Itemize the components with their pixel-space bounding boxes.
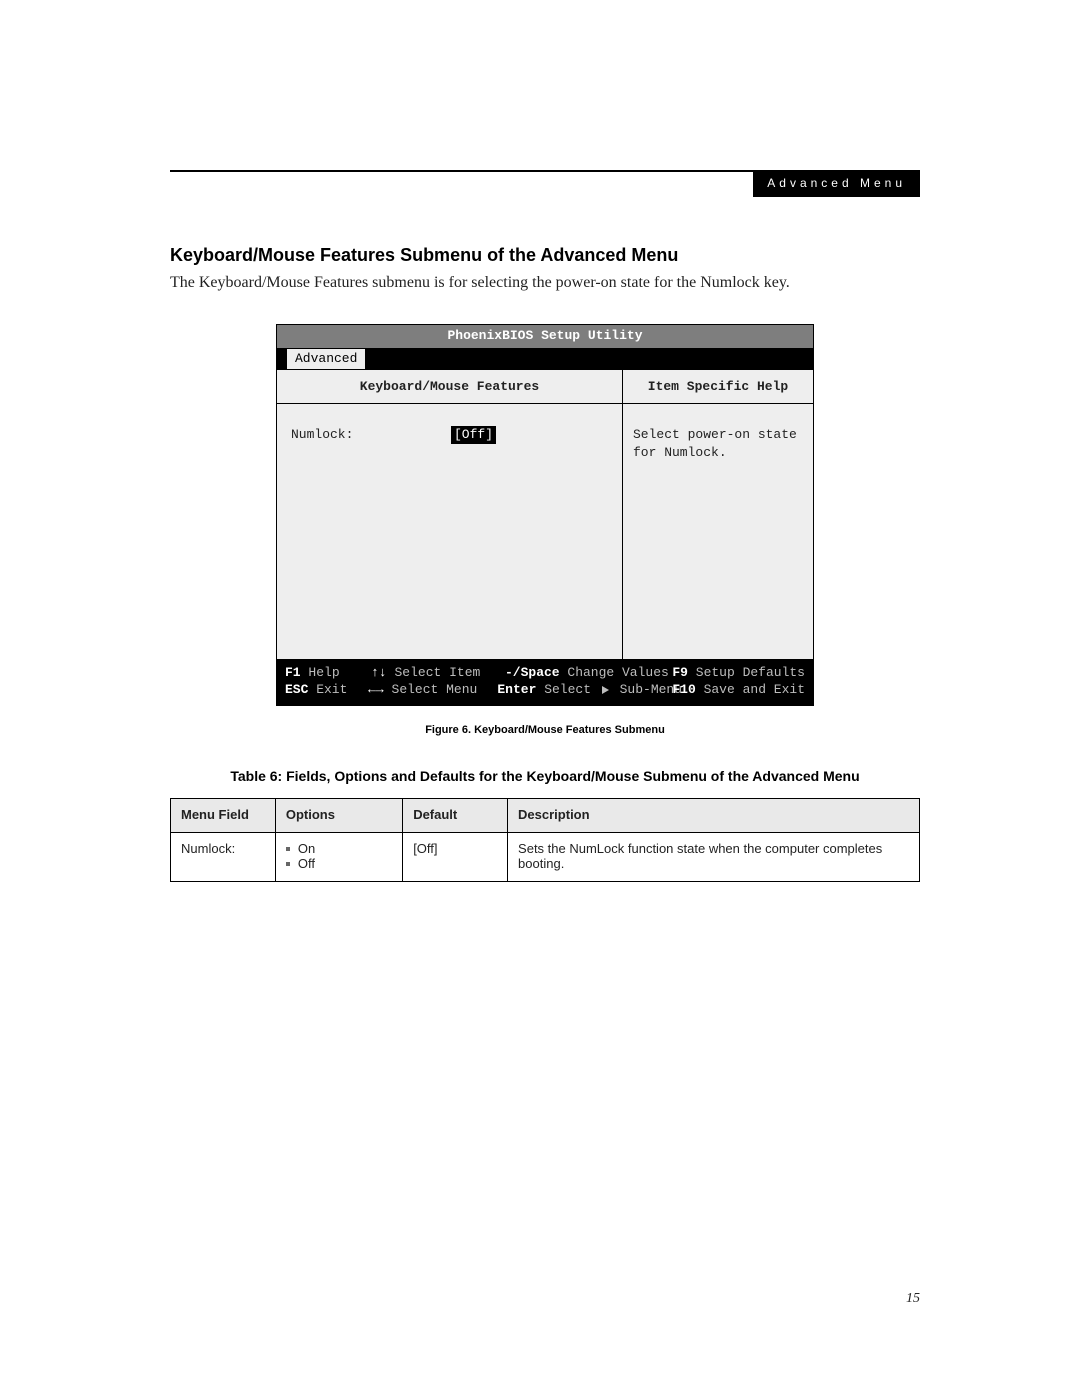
- bios-left-pane: Keyboard/Mouse Features Numlock: [Off]: [277, 370, 623, 659]
- td-options: On Off: [275, 833, 402, 882]
- th-description: Description: [508, 799, 920, 833]
- bios-key-f9: F9: [672, 665, 688, 680]
- option-item: On: [286, 841, 392, 856]
- bios-key-enter: Enter: [497, 682, 536, 697]
- bios-help-text: Select power-on state for Numlock.: [623, 404, 813, 471]
- subsection-heading: Keyboard/Mouse Features Submenu of the A…: [170, 245, 920, 266]
- triangle-right-icon: [602, 686, 609, 694]
- th-menu-field: Menu Field: [171, 799, 276, 833]
- section-badge: Advanced Menu: [753, 170, 920, 197]
- bios-key-label: Setup Defaults: [688, 665, 805, 680]
- intro-paragraph: The Keyboard/Mouse Features submenu is f…: [170, 272, 920, 294]
- bios-key-label: Save and Exit: [696, 682, 805, 697]
- bios-field-numlock: Numlock: [Off]: [291, 426, 608, 444]
- page-number: 15: [906, 1291, 920, 1307]
- figure-caption: Figure 6. Keyboard/Mouse Features Submen…: [170, 724, 920, 736]
- bios-key-label: Select Menu: [384, 682, 478, 697]
- bios-key-label: Help: [301, 665, 340, 680]
- bios-field-label: Numlock:: [291, 426, 441, 444]
- bios-right-title: Item Specific Help: [623, 370, 813, 405]
- bios-key-leftright: ←→: [368, 682, 384, 697]
- bios-footer: F1 Help ↑↓ Select Item -/Space Change Va…: [277, 659, 813, 705]
- bios-help-line: for Numlock.: [633, 444, 803, 462]
- bios-key-label: Select: [536, 682, 598, 697]
- bios-key-updown: ↑↓: [371, 665, 387, 680]
- bios-tab-advanced: Advanced: [287, 349, 365, 369]
- td-description: Sets the NumLock function state when the…: [508, 833, 920, 882]
- options-table: Menu Field Options Default Description N…: [170, 798, 920, 882]
- bios-key-f10: F10: [672, 682, 695, 697]
- th-default: Default: [403, 799, 508, 833]
- bios-key-label: Select Item: [387, 665, 481, 680]
- td-menu-field: Numlock:: [171, 833, 276, 882]
- bios-title-bar: PhoenixBIOS Setup Utility: [277, 325, 813, 349]
- bios-key-label: Change Values: [560, 665, 669, 680]
- bios-help-line: Select power-on state: [633, 426, 803, 444]
- option-item: Off: [286, 856, 392, 871]
- bios-right-pane: Item Specific Help Select power-on state…: [623, 370, 813, 659]
- th-options: Options: [275, 799, 402, 833]
- bios-tab-bar: Advanced: [277, 349, 813, 369]
- bios-screenshot: PhoenixBIOS Setup Utility Advanced Keybo…: [276, 324, 814, 706]
- bios-field-value: [Off]: [451, 426, 496, 444]
- bios-left-title: Keyboard/Mouse Features: [277, 370, 622, 405]
- table-heading: Table 6: Fields, Options and Defaults fo…: [170, 768, 920, 784]
- td-default: [Off]: [403, 833, 508, 882]
- bios-key-label: Exit: [308, 682, 347, 697]
- bios-key-esc: ESC: [285, 682, 308, 697]
- table-row: Numlock: On Off [Off] Sets the NumLock f…: [171, 833, 920, 882]
- bios-key-minus-space: -/Space: [505, 665, 560, 680]
- bios-key-f1: F1: [285, 665, 301, 680]
